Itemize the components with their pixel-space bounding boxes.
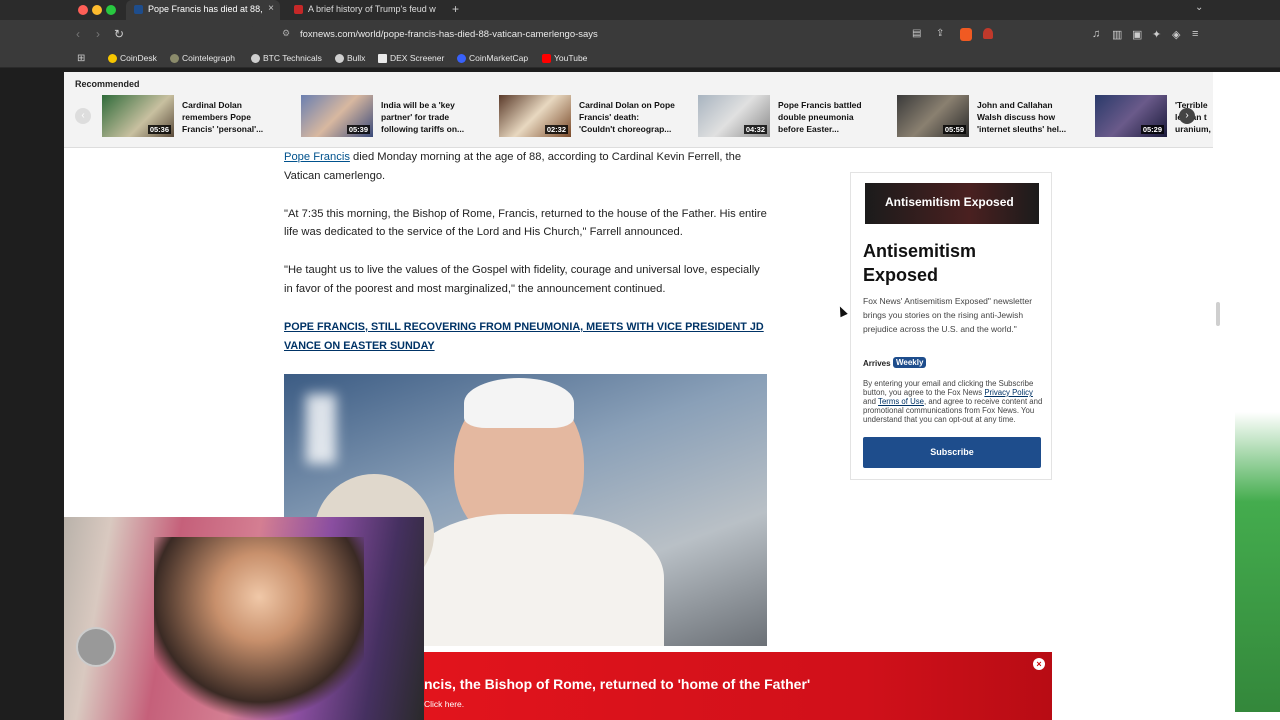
vpn-icon[interactable]: ◈ [1172, 28, 1180, 41]
page-scrollbar-area [1213, 72, 1280, 720]
tab-pope-francis[interactable]: Pope Francis has died at 88, × [126, 0, 280, 20]
tab-title: A brief history of Trump's feud w [308, 4, 436, 14]
leo-ai-icon[interactable]: ✦ [1152, 28, 1161, 41]
brave-rewards-icon[interactable] [983, 28, 993, 39]
pope-francis-link[interactable]: Pope Francis [284, 151, 350, 163]
bookmark-dex-screener[interactable]: DEX Screener [378, 53, 444, 63]
breaking-news-banner[interactable]: ncis, the Bishop of Rome, returned to 'h… [424, 652, 1052, 720]
reader-mode-icon[interactable]: ▤ [912, 28, 921, 39]
related-article-link[interactable]: POPE FRANCIS, STILL RECOVERING FROM PNEU… [284, 318, 769, 356]
background-window [1235, 412, 1280, 712]
breaking-news-headline: ncis, the Bishop of Rome, returned to 'h… [424, 676, 811, 692]
back-icon[interactable]: ‹ [76, 27, 80, 41]
newsletter-legal-text: By entering your email and clicking the … [863, 379, 1043, 424]
newsletter-banner-image: Antisemitism Exposed [865, 183, 1039, 224]
terms-of-use-link[interactable]: Terms of Use [878, 397, 924, 406]
video-thumbnail: 04:32 [698, 95, 770, 137]
site-settings-icon[interactable]: ⚙ [282, 28, 290, 39]
bookmark-coindesk[interactable]: CoinDesk [108, 53, 157, 63]
media-controls-icon[interactable]: ♫ [1092, 28, 1100, 40]
tab-title: Pope Francis has died at 88, [148, 4, 263, 14]
apps-grid-icon[interactable]: ⊞ [77, 53, 85, 64]
recommended-videos-bar: Recommended ‹ 05:36 Cardinal Dolan remem… [64, 72, 1213, 148]
reload-icon[interactable]: ↻ [114, 27, 124, 41]
video-thumbnail: 02:32 [499, 95, 571, 137]
newsletter-description: Fox News' Antisemitism Exposed" newslett… [863, 296, 1033, 334]
news-favicon-icon [294, 5, 303, 14]
video-thumbnail: 05:36 [102, 95, 174, 137]
next-arrow-icon[interactable]: › [1179, 108, 1195, 124]
video-thumbnail: 05:29 [1095, 95, 1167, 137]
recommended-video[interactable]: 05:39 India will be a 'key partner' for … [301, 95, 481, 137]
brave-shields-icon[interactable] [960, 28, 972, 41]
close-window-icon[interactable] [78, 5, 88, 15]
bookmark-btc-technicals[interactable]: BTC Technicals [251, 53, 322, 63]
video-thumbnail: 05:59 [897, 95, 969, 137]
url-text: foxnews.com/world/pope-francis-has-died-… [300, 29, 598, 40]
bookmarks-bar: ⊞ CoinDesk Cointelegraph BTC Technicals … [0, 50, 1280, 68]
recommended-title: Recommended [75, 79, 140, 89]
recommended-video[interactable]: 05:59 John and Callahan Walsh discuss ho… [897, 95, 1077, 137]
video-thumbnail: 05:39 [301, 95, 373, 137]
article-paragraph: "At 7:35 this morning, the Bishop of Rom… [284, 207, 767, 239]
scrollbar-thumb[interactable] [1216, 302, 1220, 326]
bookmark-youtube[interactable]: YouTube [542, 53, 587, 63]
frequency-badge: Weekly [893, 357, 927, 368]
browser-toolbar: ‹ › ↻ ⚑ ⚙ foxnews.com/world/pope-francis… [0, 20, 1280, 50]
bookmark-cointelegraph[interactable]: Cointelegraph [170, 53, 235, 63]
close-banner-icon[interactable]: × [1033, 658, 1045, 670]
privacy-policy-link[interactable]: Privacy Policy [984, 388, 1033, 397]
article-paragraph: Pope Francis died Monday morning at the … [284, 151, 742, 182]
sidebar-icon[interactable]: ▥ [1112, 28, 1122, 41]
newsletter-title: Antisemitism Exposed [863, 241, 977, 285]
subscribe-button[interactable]: Subscribe [863, 437, 1041, 468]
click-here-link[interactable]: Click here. [424, 699, 464, 709]
minimize-window-icon[interactable] [92, 5, 102, 15]
forward-icon[interactable]: › [96, 27, 100, 41]
arrives-label: Arrives [863, 359, 891, 368]
close-tab-icon[interactable]: × [268, 0, 274, 18]
bookmark-bullx[interactable]: Bullx [335, 53, 365, 63]
newsletter-signup: Antisemitism Exposed Antisemitism Expose… [850, 172, 1052, 480]
article-body: Pope Francis died Monday morning at the … [284, 148, 769, 365]
prev-arrow-icon[interactable]: ‹ [75, 108, 91, 124]
wallet-icon[interactable]: ▣ [1132, 28, 1142, 41]
bookmark-coinmarketcap[interactable]: CoinMarketCap [457, 53, 528, 63]
tab-trump-feud[interactable]: A brief history of Trump's feud w [286, 0, 438, 20]
menu-icon[interactable]: ≡ [1192, 28, 1198, 40]
recommended-video[interactable]: 05:36 Cardinal Dolan remembers Pope Fran… [102, 95, 282, 137]
tab-list-chevron-icon[interactable]: ⌄ [1195, 2, 1203, 13]
article-paragraph: "He taught us to live the values of the … [284, 264, 760, 295]
fox-news-favicon-icon [134, 5, 143, 14]
recommended-video[interactable]: 04:32 Pope Francis battled double pneumo… [698, 95, 878, 137]
recommended-video[interactable]: 05:29 'Terrible le... an t uranium,... [1095, 95, 1213, 137]
recommended-video[interactable]: 02:32 Cardinal Dolan on Pope Francis' de… [499, 95, 679, 137]
address-bar[interactable]: ⚙ foxnews.com/world/pope-francis-has-die… [250, 25, 1005, 45]
new-tab-button[interactable]: + [452, 2, 459, 16]
webcam-overlay [64, 517, 424, 720]
zoom-window-icon[interactable] [106, 5, 116, 15]
share-icon[interactable]: ⇪ [936, 28, 944, 39]
browser-tab-bar: Pope Francis has died at 88, × A brief h… [0, 0, 1280, 20]
